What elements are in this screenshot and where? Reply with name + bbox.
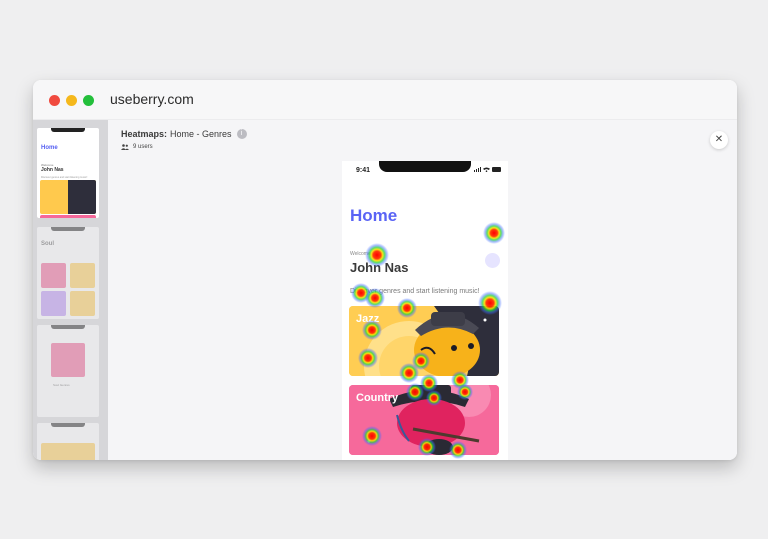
avatar[interactable] (485, 253, 500, 268)
home-title: Home (350, 206, 398, 225)
description: Discover genres and start listening musi… (350, 288, 480, 295)
close-window-button[interactable] (49, 95, 60, 106)
thumbnail-title: Soul (41, 241, 54, 247)
thumbnail-tile (70, 263, 95, 288)
close-icon[interactable]: ✕ (710, 131, 728, 149)
thumbnail-tile (41, 263, 66, 288)
screen-preview: 9:41 Home Welcome John Nas Discover genr… (342, 161, 508, 460)
battery-icon (492, 167, 501, 172)
thumbnail-title: Soul Genres (53, 383, 70, 387)
heatmap-title: Heatmaps: Home - Genres i (121, 129, 247, 139)
thumbnail-notch (51, 325, 85, 329)
thumbnail-tile (41, 291, 66, 316)
minimize-window-button[interactable] (66, 95, 77, 106)
browser-window: useberry.com Home Welcome John Nas Disco… (33, 80, 737, 460)
thumbnail-home[interactable]: Home Welcome John Nas Discover genres an… (37, 128, 99, 218)
screen-name: Home - Genres (170, 129, 232, 139)
thumbnail-soul-genres[interactable]: Soul Genres (37, 325, 99, 417)
thumbnail-title: Home (41, 145, 58, 151)
users-count: 9 users (121, 144, 247, 150)
status-icons (474, 167, 501, 172)
wifi-icon (483, 167, 490, 172)
status-time: 9:41 (356, 167, 371, 174)
genre-card-country[interactable]: Country (349, 385, 499, 455)
thumbnail-notch (51, 227, 85, 231)
thumbnail-tile (70, 291, 95, 316)
heatmap-header: Heatmaps: Home - Genres i 9 users (121, 129, 247, 150)
welcome-text: Welcome (350, 251, 371, 257)
url-text: useberry.com (110, 91, 194, 107)
thumbnail-name: John Nas (41, 167, 64, 173)
thumbnail-tile (41, 443, 95, 460)
signal-icon (474, 167, 481, 172)
users-count-text: 9 users (133, 144, 153, 150)
thumbnail-card-country (40, 215, 96, 218)
thumbnail-soul[interactable]: Soul (37, 227, 99, 319)
info-icon[interactable]: i (236, 129, 247, 139)
genre-card-label: Country (356, 392, 399, 404)
users-icon (121, 144, 129, 150)
thumbnail-notch (51, 128, 85, 132)
genre-card-label: Jazz (356, 313, 380, 325)
heatmap-label: Heatmaps: (121, 129, 168, 139)
thumbnail-notch (51, 423, 85, 427)
thumbnail-cover (51, 343, 85, 377)
title-bar: useberry.com (33, 80, 737, 120)
thumbnail-line: Discover genres and start listening musi… (41, 176, 88, 179)
user-name: John Nas (350, 260, 409, 275)
screens-sidebar: Home Welcome John Nas Discover genres an… (33, 120, 108, 460)
heatmap-workspace: Home Welcome John Nas Discover genres an… (33, 120, 737, 460)
thumbnail-card-jazz (40, 180, 96, 214)
thumbnail-more[interactable] (37, 423, 99, 460)
genre-card-jazz[interactable]: Jazz (349, 306, 499, 376)
maximize-window-button[interactable] (83, 95, 94, 106)
phone-notch (379, 161, 471, 172)
